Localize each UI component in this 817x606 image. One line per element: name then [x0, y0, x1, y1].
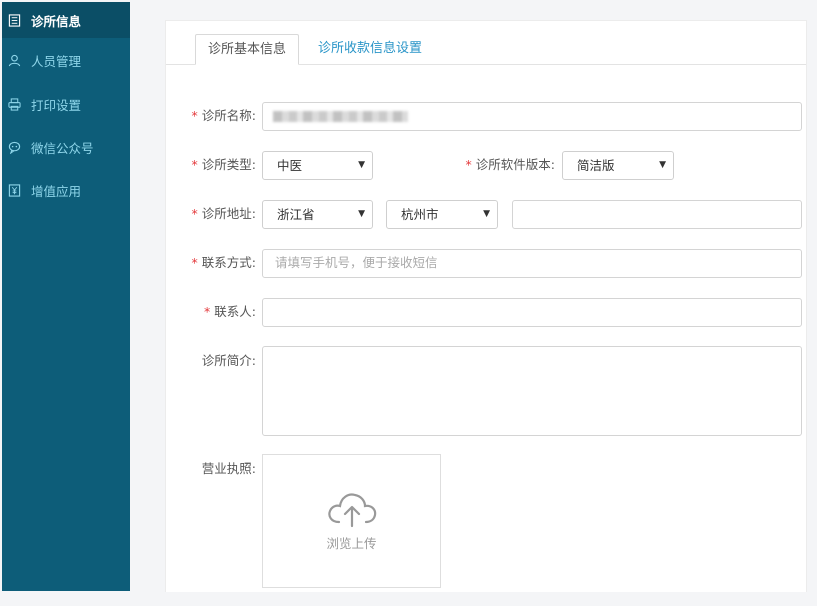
address-detail-input[interactable] [512, 200, 802, 229]
clinic-intro-textarea[interactable] [262, 346, 802, 436]
sidebar-item-wechat[interactable]: 微信公众号 [2, 129, 130, 165]
sidebar-item-print-settings[interactable]: 打印设置 [2, 86, 130, 122]
business-license-label: 营业执照: [201, 461, 256, 476]
sidebar-item-label: 人员管理 [31, 53, 82, 69]
required-star: * [191, 157, 198, 172]
address-label: * 诊所地址: [191, 206, 256, 221]
contact-person-input[interactable] [262, 298, 802, 327]
software-version-value: 简洁版 [577, 158, 615, 173]
clinic-info-card: 诊所基本信息 诊所收款信息设置 * 诊所名称: * 诊所类型: 中医 ▼ * 诊所软件… [165, 20, 807, 592]
clinic-name-input[interactable] [262, 102, 802, 131]
redacted-clinic-name [273, 111, 408, 122]
dropdown-arrow-icon: ▼ [483, 209, 490, 219]
clinic-intro-label: 诊所简介: [201, 353, 256, 368]
cloud-upload-icon [328, 493, 377, 528]
dropdown-arrow-icon: ▼ [659, 160, 666, 170]
contact-method-input[interactable]: 请填写手机号，便于接收短信 [262, 249, 802, 278]
contact-person-label: * 联系人: [204, 304, 256, 319]
document-list-icon [7, 13, 21, 27]
chat-bubble-icon [7, 140, 21, 154]
required-star: * [191, 108, 198, 123]
dropdown-arrow-icon: ▼ [358, 209, 365, 219]
contact-method-placeholder: 请填写手机号，便于接收短信 [275, 255, 438, 270]
software-version-label: * 诊所软件版本: [465, 157, 555, 172]
sidebar-item-label: 增值应用 [31, 183, 82, 199]
tab-basic-info[interactable]: 诊所基本信息 [195, 34, 299, 65]
province-value: 浙江省 [277, 207, 315, 222]
software-version-select[interactable]: 简洁版 ▼ [562, 151, 674, 180]
sidebar: 诊所信息 人员管理 打印设置 微信公众号 增值应用 [2, 2, 130, 591]
sidebar-item-label: 打印设置 [31, 97, 82, 113]
yuan-icon [7, 183, 21, 197]
tab-bar: 诊所基本信息 诊所收款信息设置 [166, 21, 806, 65]
required-star: * [465, 157, 472, 172]
license-upload-area[interactable]: 浏览上传 [262, 454, 441, 588]
sidebar-item-label: 微信公众号 [31, 140, 94, 156]
upload-label: 浏览上传 [326, 536, 377, 551]
clinic-type-value: 中医 [277, 158, 303, 173]
contact-method-label: * 联系方式: [191, 255, 256, 270]
tab-payment-settings[interactable]: 诊所收款信息设置 [306, 34, 434, 64]
dropdown-arrow-icon: ▼ [358, 160, 365, 170]
printer-icon [7, 97, 21, 111]
user-icon [7, 53, 21, 67]
clinic-type-select[interactable]: 中医 ▼ [262, 151, 373, 180]
required-star: * [191, 255, 198, 270]
sidebar-item-value-added[interactable]: 增值应用 [2, 172, 130, 208]
clinic-type-label: * 诊所类型: [191, 157, 256, 172]
city-value: 杭州市 [401, 207, 439, 222]
required-star: * [204, 304, 211, 319]
clinic-name-label: * 诊所名称: [191, 108, 256, 123]
sidebar-item-staff[interactable]: 人员管理 [2, 42, 130, 78]
required-star: * [191, 206, 198, 221]
sidebar-item-label: 诊所信息 [31, 13, 82, 29]
sidebar-item-clinic-info[interactable]: 诊所信息 [2, 2, 130, 38]
province-select[interactable]: 浙江省 ▼ [262, 200, 373, 229]
city-select[interactable]: 杭州市 ▼ [386, 200, 498, 229]
